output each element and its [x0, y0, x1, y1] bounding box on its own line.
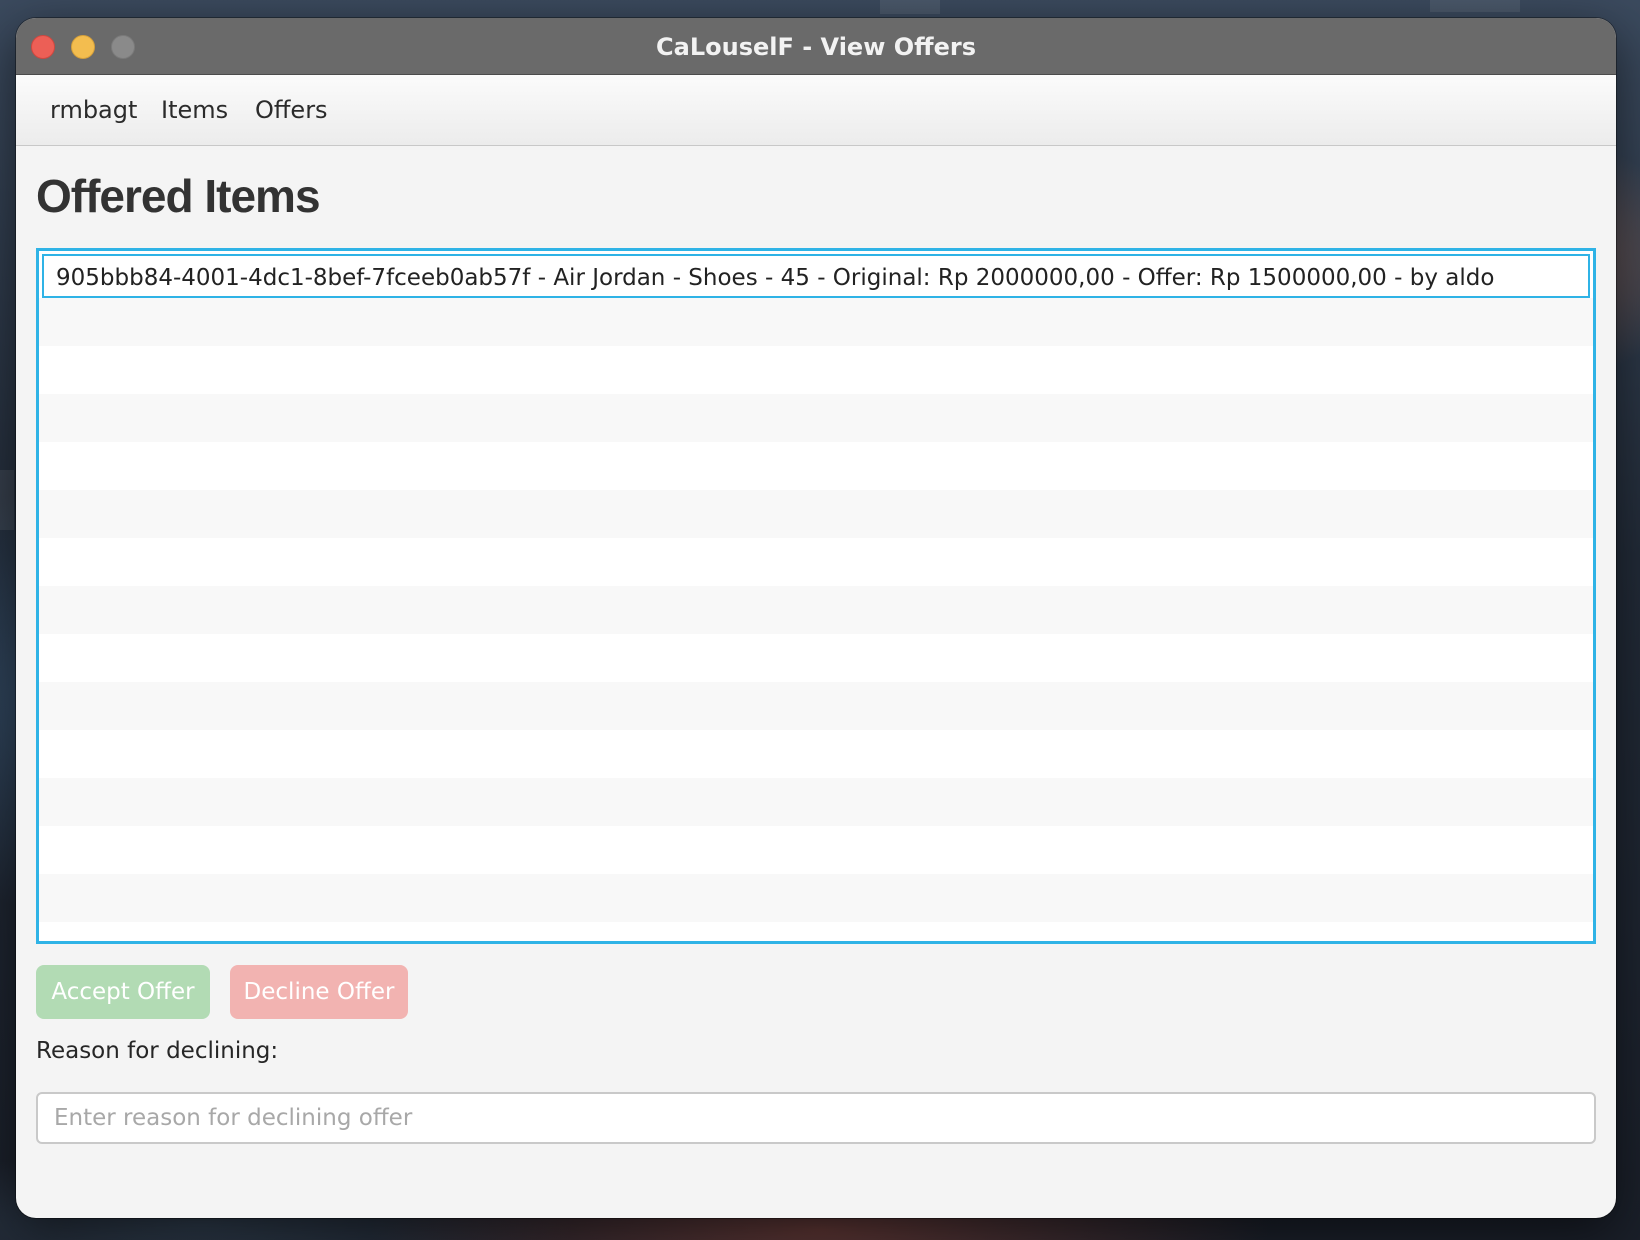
accept-offer-button[interactable]: Accept Offer	[36, 965, 210, 1019]
empty-list-row	[39, 538, 1593, 586]
menu-bar: rmbagt Items Offers	[16, 75, 1616, 146]
decline-offer-button[interactable]: Decline Offer	[230, 965, 408, 1019]
menu-item-user[interactable]: rmbagt	[50, 95, 137, 125]
empty-list-row	[39, 346, 1593, 394]
wallpaper-detail	[1430, 0, 1520, 12]
wallpaper-detail	[0, 470, 14, 530]
window-title: CaLouselF - View Offers	[656, 33, 976, 61]
empty-list-row	[39, 778, 1593, 826]
empty-list-row	[39, 730, 1593, 778]
empty-list-row	[39, 586, 1593, 634]
empty-list-row	[39, 682, 1593, 730]
app-window: CaLouselF - View Offers rmbagt Items Off…	[16, 18, 1616, 1218]
menu-item-items[interactable]: Items	[161, 95, 228, 125]
empty-list-row	[39, 874, 1593, 922]
empty-list-row	[39, 634, 1593, 682]
empty-list-row	[39, 826, 1593, 874]
empty-list-row	[39, 394, 1593, 442]
menu-item-offers[interactable]: Offers	[255, 95, 328, 125]
reason-label: Reason for declining:	[36, 1038, 279, 1064]
list-item[interactable]: 905bbb84-4001-4dc1-8bef-7fceeb0ab57f - A…	[42, 254, 1590, 298]
decline-reason-input[interactable]	[36, 1092, 1596, 1144]
offer-item-text: 905bbb84-4001-4dc1-8bef-7fceeb0ab57f - A…	[56, 265, 1495, 291]
offers-list[interactable]: 905bbb84-4001-4dc1-8bef-7fceeb0ab57f - A…	[36, 248, 1596, 944]
wallpaper-detail	[880, 0, 940, 14]
empty-list-row	[39, 922, 1593, 941]
empty-list-row	[39, 442, 1593, 490]
page-title: Offered Items	[36, 170, 321, 222]
window-titlebar[interactable]: CaLouselF - View Offers	[16, 18, 1616, 75]
empty-list-row	[39, 298, 1593, 346]
empty-list-row	[39, 490, 1593, 538]
